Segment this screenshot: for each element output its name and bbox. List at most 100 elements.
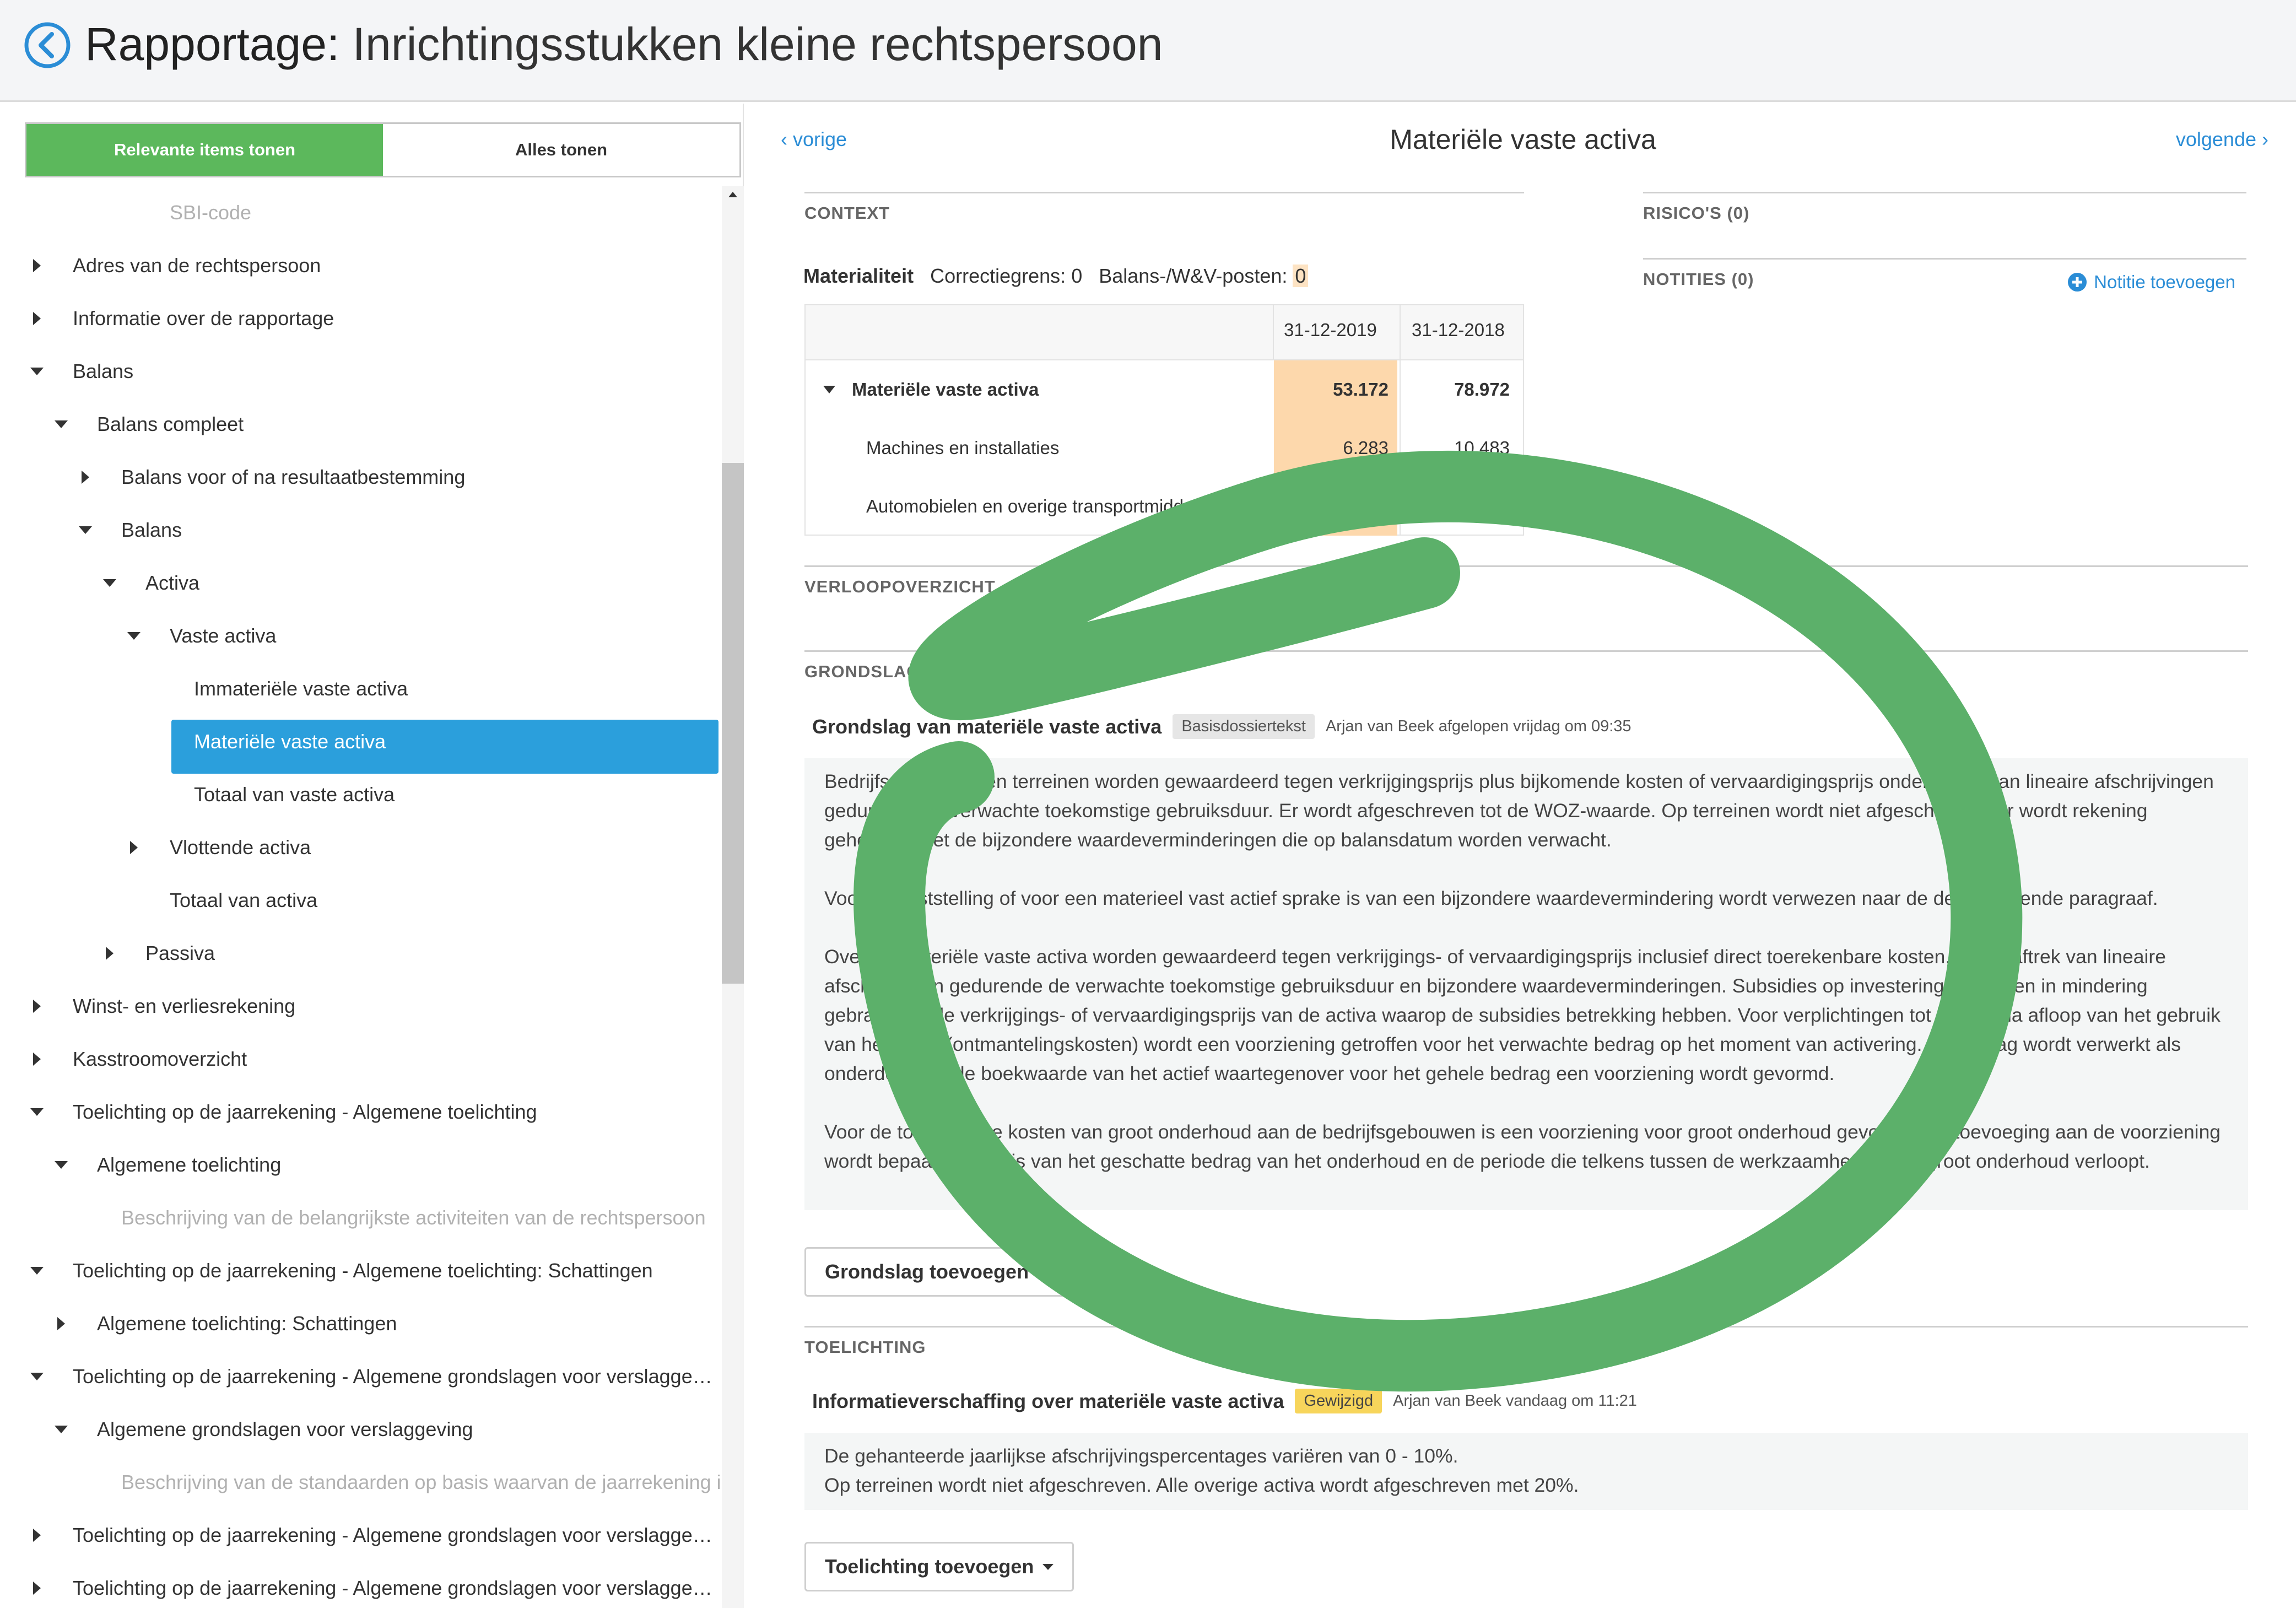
tree-item-label: Algemene grondslagen voor verslaggeving <box>97 1418 473 1440</box>
toelichting-entry-header: Informatieverschaffing over materiële va… <box>812 1389 1637 1413</box>
caret-right-icon[interactable] <box>28 1579 46 1598</box>
show-relevant-button[interactable]: Relevante items tonen <box>26 124 383 176</box>
previous-link[interactable]: ‹ vorige <box>781 120 847 159</box>
caret-down-icon <box>1038 1269 1049 1275</box>
tree-item[interactable]: Vlottende activa <box>0 821 722 874</box>
entry-meta: Arjan van Beek vandaag om 11:21 <box>1393 1392 1637 1410</box>
scroll-up-arrow-icon[interactable] <box>726 187 739 201</box>
next-link[interactable]: volgende › <box>2176 120 2268 159</box>
tree-item-label: Balans compleet <box>97 413 244 435</box>
tree-item[interactable]: Adres van de rechtspersoon <box>0 239 722 292</box>
caret-right-icon[interactable] <box>28 309 46 328</box>
row-value-2018 <box>1403 477 1519 536</box>
caret-right-icon[interactable] <box>125 838 143 857</box>
grondslag-paragraph: Bedrijfsgebouwen en terreinen worden gew… <box>824 770 2214 851</box>
add-toelichting-button[interactable]: Toelichting toevoegen <box>804 1542 1074 1591</box>
table-row[interactable]: Machines en installaties 6.283 10.483 <box>806 419 1523 477</box>
column-divider <box>1400 305 1401 535</box>
page-title: Rapportage: Inrichtingsstukken kleine re… <box>85 17 1163 72</box>
tree-item[interactable]: Balans compleet <box>0 398 722 451</box>
tree-item-label: Toelichting op de jaarrekening - Algemen… <box>73 1259 653 1282</box>
caret-right-icon[interactable] <box>28 256 46 275</box>
grondslag-paragraph: Overige materiële vaste activa worden ge… <box>824 946 2221 1084</box>
caret-right-icon[interactable] <box>28 1050 46 1069</box>
tree-item[interactable]: Beschrijving van de belangrijkste activi… <box>0 1191 722 1244</box>
tree-item[interactable]: Balans voor of na resultaatbestemming <box>0 451 722 504</box>
caret-down-icon[interactable] <box>100 574 119 592</box>
caret-right-icon[interactable] <box>28 1526 46 1545</box>
table-header-row: 31-12-2019 31-12-2018 <box>806 305 1523 360</box>
add-toelichting-label: Toelichting toevoegen <box>825 1555 1034 1578</box>
tree-item-label: Totaal van activa <box>170 889 318 911</box>
caret-right-icon[interactable] <box>52 1314 71 1333</box>
caret-right-icon[interactable] <box>28 997 46 1016</box>
grondslag-heading: GRONDSLAG <box>804 650 2248 682</box>
tree-item[interactable]: Passiva <box>0 927 722 980</box>
tree-item[interactable]: Immateriële vaste activa <box>0 662 722 715</box>
caret-right-icon[interactable] <box>100 944 119 963</box>
grondslag-paragraph: Voor de toekomstige kosten van groot ond… <box>824 1121 2221 1172</box>
tree-item[interactable]: Vaste activa <box>0 609 722 662</box>
tree-item[interactable]: Balans <box>0 504 722 557</box>
tree-item-label: Vlottende activa <box>170 836 311 859</box>
show-all-button[interactable]: Alles tonen <box>383 124 739 176</box>
caret-down-icon[interactable] <box>76 521 95 539</box>
tree-item[interactable]: Toelichting op de jaarrekening - Algemen… <box>0 1509 722 1562</box>
row-value-2019: 53.172 <box>1274 360 1397 419</box>
tree-item[interactable]: Informatie over de rapportage <box>0 292 722 345</box>
grondslag-text[interactable]: Bedrijfsgebouwen en terreinen worden gew… <box>804 758 2248 1210</box>
tree-item[interactable]: SBI-code <box>0 186 722 239</box>
tree-item[interactable]: Toelichting op de jaarrekening - Algemen… <box>0 1244 722 1297</box>
tree-item[interactable]: Algemene grondslagen voor verslaggeving <box>0 1403 722 1456</box>
caret-down-icon[interactable] <box>28 1367 46 1386</box>
tree-item[interactable]: Toelichting op de jaarrekening - Algemen… <box>0 1086 722 1138</box>
add-grondslag-button[interactable]: Grondslag toevoegen <box>804 1247 1069 1297</box>
status-badge: Gewijzigd <box>1295 1389 1382 1413</box>
tree-item[interactable]: Algemene toelichting: Schattingen <box>0 1297 722 1350</box>
tree-item-label: Toelichting op de jaarrekening - Algemen… <box>73 1100 537 1123</box>
page-title-prefix: Rapportage: <box>85 18 340 70</box>
add-note-link[interactable]: Notitie toevoegen <box>2067 272 2235 293</box>
context-heading: CONTEXT <box>804 192 1524 223</box>
tree-item[interactable]: Kasstroomoverzicht <box>0 1033 722 1086</box>
toelichting-line: Op terreinen wordt niet afgeschreven. Al… <box>824 1474 1579 1496</box>
caret-down-icon[interactable] <box>28 1103 46 1121</box>
tree-item[interactable]: Algemene toelichting <box>0 1138 722 1191</box>
caret-down-icon[interactable] <box>28 1261 46 1280</box>
correction-value: 0 <box>1071 265 1083 287</box>
navigation-tree: SBI-code Adres van de rechtspersoon Inform… <box>0 186 722 1608</box>
grondslag-heading-label: GRONDSLAG <box>804 662 921 681</box>
toelichting-line: De gehanteerde jaarlijkse afschrijvingsp… <box>824 1445 1458 1467</box>
caret-right-icon[interactable] <box>76 468 95 487</box>
status-badge: Basisdossiertekst <box>1173 714 1315 739</box>
tree-item[interactable]: Beschrijving van de standaarden op basis… <box>0 1456 722 1509</box>
caret-down-icon[interactable] <box>125 627 143 645</box>
caret-down-icon[interactable] <box>28 362 46 381</box>
tree-item-selected[interactable]: Materiële vaste activa <box>0 715 722 774</box>
tree-item[interactable]: Winst- en verliesrekening <box>0 980 722 1033</box>
toelichting-text[interactable]: De gehanteerde jaarlijkse afschrijvingsp… <box>804 1433 2248 1510</box>
caret-down-icon[interactable] <box>821 381 838 398</box>
back-arrow-icon[interactable] <box>23 21 72 69</box>
column-header-2019: 31-12-2019 <box>1284 320 1377 340</box>
toelichting-heading: TOELICHTING <box>804 1326 2248 1357</box>
tree-item[interactable]: Balans <box>0 345 722 398</box>
chevron-right-icon: › <box>2256 128 2268 150</box>
tree-item[interactable]: Totaal van vaste activa <box>0 768 722 821</box>
risks-heading-label: RISICO'S (0) <box>1643 203 1750 223</box>
tree-item[interactable]: Toelichting op de jaarrekening - Algemen… <box>0 1562 722 1608</box>
chevron-left-icon: ‹ <box>781 128 793 150</box>
tree-item[interactable]: Activa <box>0 557 722 609</box>
caret-down-icon[interactable] <box>52 1156 71 1174</box>
tree-item[interactable]: Totaal van activa <box>0 874 722 927</box>
tree-item-label: Passiva <box>145 942 215 964</box>
section-title: Materiële vaste activa <box>1390 124 1656 155</box>
table-row[interactable]: Materiële vaste activa 53.172 78.972 <box>806 360 1523 419</box>
scrollbar-thumb[interactable] <box>722 463 744 984</box>
table-row[interactable]: Automobielen en overige transportmiddele… <box>806 477 1523 536</box>
caret-down-icon[interactable] <box>52 415 71 434</box>
tree-item[interactable]: Toelichting op de jaarrekening - Algemen… <box>0 1350 722 1403</box>
caret-down-icon[interactable] <box>52 1420 71 1439</box>
risks-heading: RISICO'S (0) <box>1643 192 2246 223</box>
posts-label: Balans-/W&V-posten: <box>1099 265 1288 287</box>
